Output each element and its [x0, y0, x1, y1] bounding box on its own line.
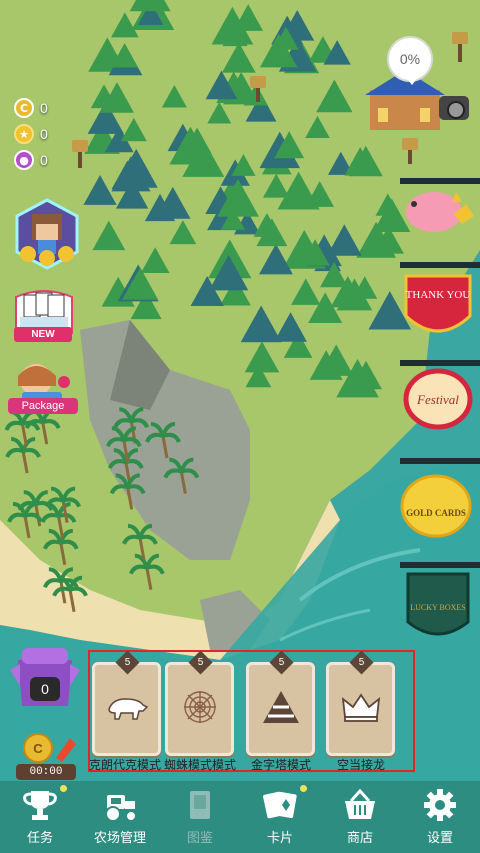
chest-count: 0 [30, 677, 60, 701]
new-badge: NEW [14, 327, 72, 342]
polar-bear-icon [108, 698, 149, 720]
gold-count: 0 [40, 100, 48, 116]
tractor-icon [105, 795, 137, 822]
nav-settings-label: 设置 [426, 831, 453, 846]
gear-icon [424, 789, 456, 821]
svg-text:C: C [33, 741, 43, 756]
thank-you-text: THANK YOU [406, 289, 471, 301]
thank-you-sign[interactable]: THANK YOU [398, 266, 478, 346]
star-icon: ★ [14, 124, 34, 144]
piggy-bank-icon[interactable] [398, 182, 478, 240]
gem-counter: ● 0 [14, 150, 48, 170]
map-progress-pin[interactable]: 0% [387, 36, 433, 85]
level-badge: 5 [188, 650, 213, 675]
pyramid-icon [263, 691, 299, 723]
nav-cards-label: 卡片 [266, 831, 293, 846]
nav-tasks-label: 任务 [26, 831, 53, 846]
mode-card-freecell[interactable]: 5 [326, 650, 395, 756]
level-badge: 5 [269, 650, 294, 675]
nav-tasks[interactable]: 任务 [0, 781, 80, 853]
festival-sign[interactable]: Festival [398, 364, 478, 434]
map-progress-text: 0% [399, 51, 421, 67]
tree-icon [129, 0, 171, 12]
nav-collection[interactable]: 图鉴 [160, 781, 240, 853]
boost-timer: 00:00 [16, 764, 76, 780]
lucky-boxes-text: LUCKY BOXES [410, 603, 465, 612]
gold-coin-icon: C [14, 98, 34, 118]
basket-icon [345, 788, 375, 819]
avatar-icon [15, 198, 79, 270]
level-badge: 5 [115, 650, 140, 675]
star-count: 0 [40, 126, 48, 142]
crown-icon [341, 693, 381, 722]
gem-count: 0 [40, 152, 48, 168]
nav-shop-label: 商店 [346, 831, 373, 846]
nav-shop[interactable]: 商店 [320, 781, 400, 853]
gem-icon: ● [14, 150, 34, 170]
star-counter: ★ 0 [14, 124, 48, 144]
avatar-button[interactable] [14, 198, 80, 270]
gold-counter: C 0 [14, 98, 48, 118]
trophy-icon [23, 791, 57, 820]
camera-icon[interactable] [439, 96, 469, 120]
notification-dot [300, 785, 307, 792]
mode-card-pyramid[interactable]: 5 [246, 650, 315, 756]
gold-cards-text: GOLD CARDS [406, 508, 466, 518]
package-label: Package [8, 398, 78, 414]
nav-collection-label: 图鉴 [186, 831, 213, 846]
mode-card-spider[interactable]: 5 [165, 650, 234, 756]
festival-text: Festival [416, 392, 459, 407]
mode-label-freecell: 空当接龙 [336, 758, 385, 772]
level-badge: 5 [349, 650, 374, 675]
nav-cards[interactable]: 卡片 [240, 781, 320, 853]
book-icon [190, 791, 210, 819]
lucky-boxes-sign[interactable]: LUCKY BOXES [398, 566, 478, 642]
notification-dot [60, 785, 67, 792]
gold-cards-sign[interactable]: GOLD CARDS [398, 470, 478, 540]
spider-web-icon [184, 691, 216, 723]
bottom-navigation: 任务 农场管理 图鉴 卡片 商店 设置 [0, 781, 480, 853]
mode-label-pyramid: 金字塔模式 [250, 758, 311, 772]
nav-farm-management[interactable]: 农场管理 [80, 781, 160, 853]
nav-farm-label: 农场管理 [93, 831, 146, 846]
nav-settings[interactable]: 设置 [400, 781, 480, 853]
mode-card-klondike[interactable]: 5 [92, 650, 161, 756]
cards-icon [263, 791, 297, 819]
sign-hook [400, 458, 480, 464]
mode-label-spider: 蜘蛛模式模式 [163, 758, 236, 772]
